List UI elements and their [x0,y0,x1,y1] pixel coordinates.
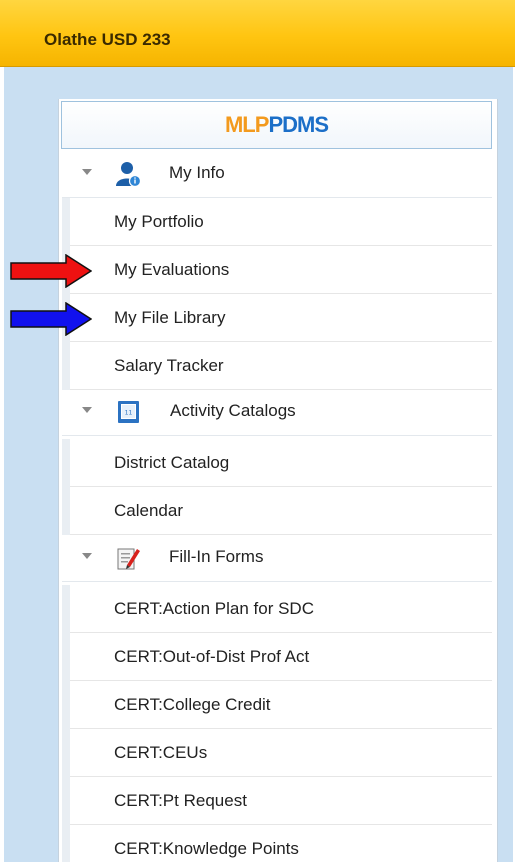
top-header-bar: Olathe USD 233 [0,0,515,67]
indent-stripe [62,585,70,862]
section-label-activity-catalogs: Activity Catalogs [170,401,296,420]
nav-item-cert-out-of-dist[interactable]: CERT:Out-of-Dist Prof Act [70,633,492,681]
indent-stripe [62,439,70,535]
nav-item-label: CERT:Pt Request [114,791,247,810]
chevron-down-icon[interactable] [82,169,92,175]
nav-item-label: My File Library [114,308,226,327]
nav-item-label: CERT:CEUs [114,743,208,762]
logo-text-pdms: PDMS [268,112,329,137]
nav-item-label: CERT:College Credit [114,695,271,714]
nav-item-label: My Evaluations [114,260,230,279]
form-edit-icon [117,548,140,570]
red-arrow-annotation [10,254,92,288]
nav-item-calendar[interactable]: Calendar [70,487,492,535]
nav-item-my-file-library[interactable]: My File Library [70,294,492,342]
catalog-icon: 11 [118,401,139,423]
app-logo: MLPPDMS [61,101,492,149]
section-activity-catalogs[interactable]: 11 Activity Catalogs [62,390,492,436]
logo-text-mlp: MLP [224,112,269,137]
nav-item-my-portfolio[interactable]: My Portfolio [70,198,492,246]
user-icon [116,162,141,187]
nav-item-label: CERT:Action Plan for SDC [114,599,314,618]
nav-item-label: CERT:Knowledge Points [114,839,299,858]
nav-item-label: My Portfolio [114,212,204,231]
blue-arrow-annotation [10,302,92,336]
nav-item-label: Calendar [114,501,183,520]
nav-item-salary-tracker[interactable]: Salary Tracker [70,342,492,390]
nav-item-cert-ceus[interactable]: CERT:CEUs [70,729,492,777]
nav-item-label: CERT:Out-of-Dist Prof Act [114,647,310,666]
chevron-down-icon[interactable] [82,553,92,559]
section-label-fill-in-forms: Fill-In Forms [169,547,264,566]
nav-item-cert-action-plan[interactable]: CERT:Action Plan for SDC [70,585,492,633]
nav-item-district-catalog[interactable]: District Catalog [70,439,492,487]
section-fill-in-forms[interactable]: Fill-In Forms [62,536,492,582]
chevron-down-icon[interactable] [82,407,92,413]
nav-item-label: Salary Tracker [114,356,224,375]
section-label-my-info: My Info [169,163,225,182]
section-my-info[interactable]: My Info [62,152,492,198]
indent-stripe [62,198,70,390]
svg-text:11: 11 [125,410,133,417]
nav-item-cert-college-credit[interactable]: CERT:College Credit [70,681,492,729]
nav-item-label: District Catalog [114,453,230,472]
nav-item-cert-knowledge-points[interactable]: CERT:Knowledge Points [70,825,492,862]
nav-item-my-evaluations[interactable]: My Evaluations [70,246,492,294]
org-title: Olathe USD 233 [44,30,171,49]
nav-item-cert-pt-request[interactable]: CERT:Pt Request [70,777,492,825]
